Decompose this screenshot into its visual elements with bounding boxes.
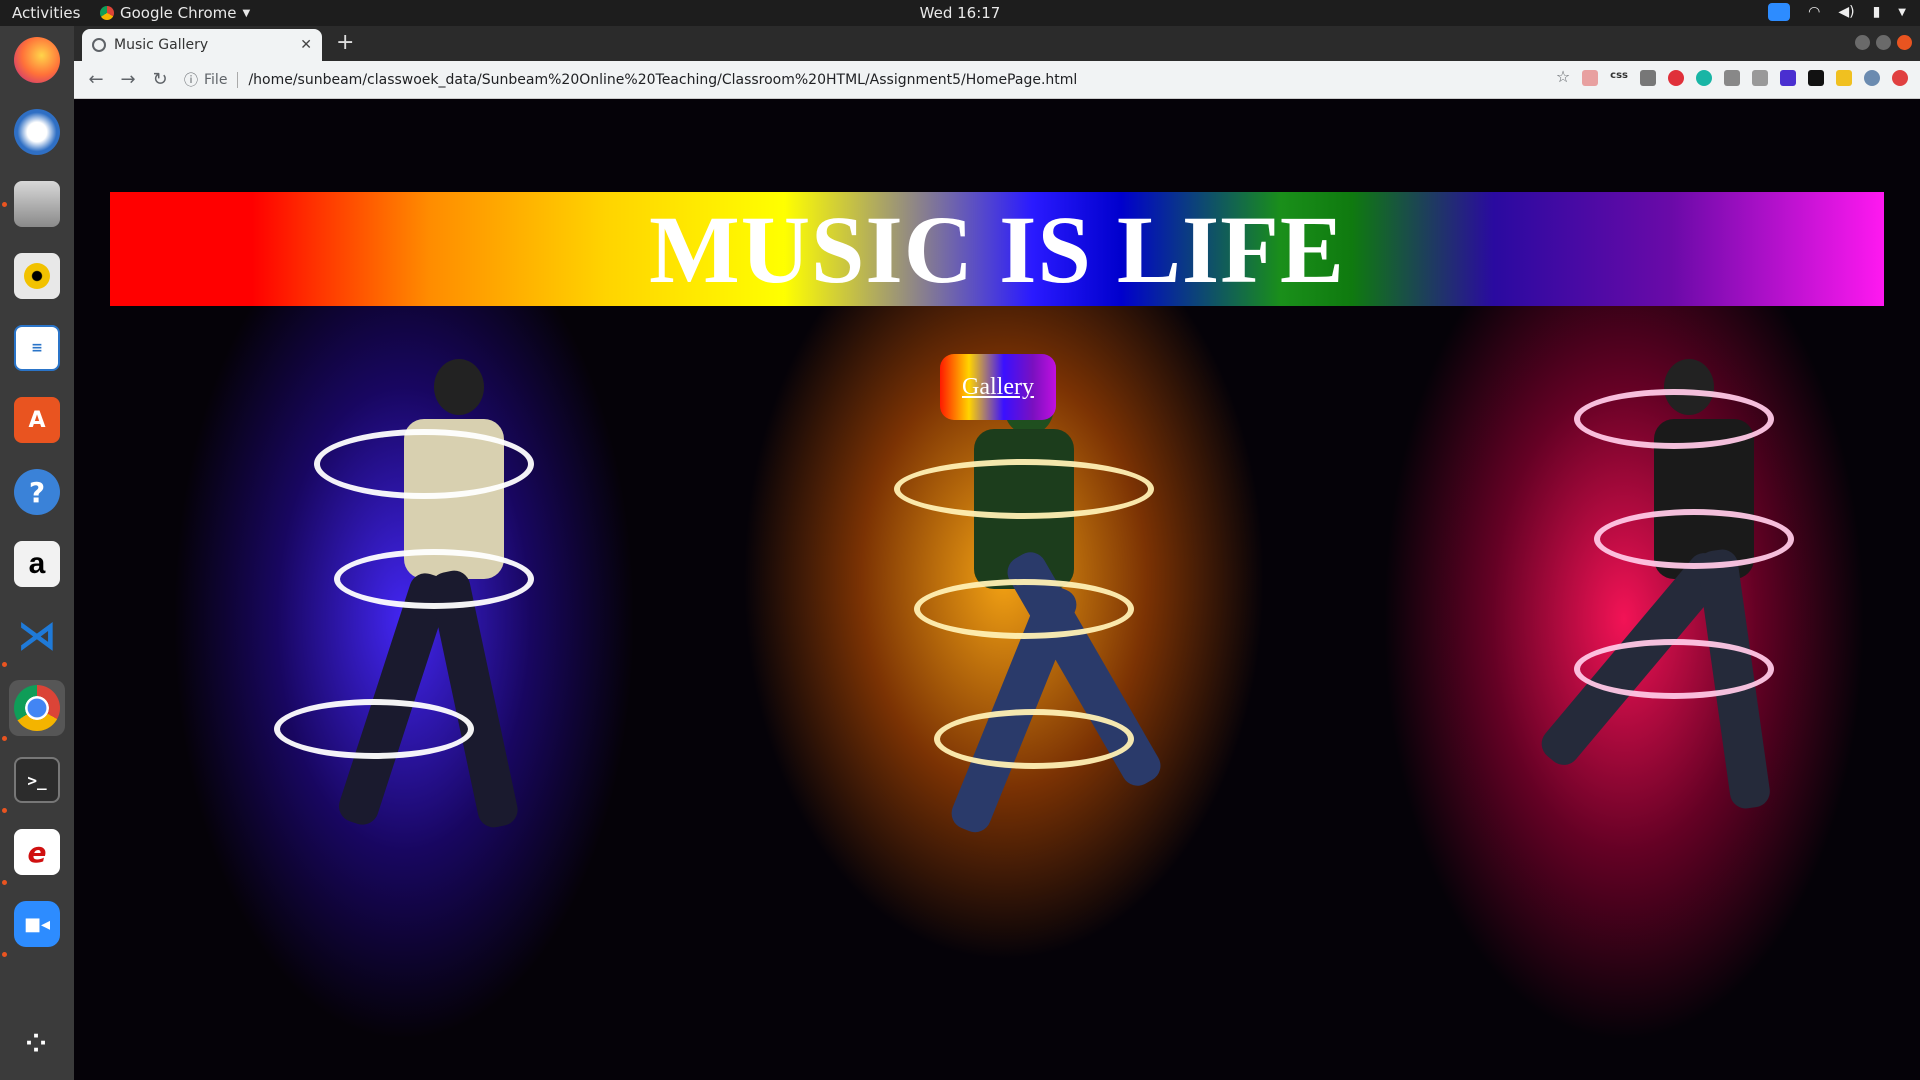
- page-banner: MUSIC IS LIFE: [110, 192, 1884, 306]
- software-center-icon: A: [14, 397, 60, 443]
- page-viewport: MUSIC IS LIFE Gallery: [74, 99, 1920, 1080]
- clock[interactable]: Wed 16:17: [920, 4, 1001, 22]
- extension-5-icon[interactable]: [1696, 70, 1712, 86]
- info-icon[interactable]: ⓘ: [184, 70, 198, 90]
- thunderbird-icon: [14, 109, 60, 155]
- back-icon[interactable]: ←: [86, 69, 106, 90]
- dancer-center-image: [874, 379, 1174, 939]
- dock-zoom[interactable]: ■◂: [9, 896, 65, 952]
- forward-icon[interactable]: →: [118, 69, 138, 90]
- chevron-down-icon[interactable]: ▼: [1898, 7, 1906, 18]
- extension-9-icon[interactable]: [1808, 70, 1824, 86]
- zoom-icon: ■◂: [14, 901, 60, 947]
- terminal-icon: >_: [14, 757, 60, 803]
- close-window-button[interactable]: [1897, 35, 1912, 50]
- avatar[interactable]: [1864, 70, 1880, 86]
- battery-icon[interactable]: ▮: [1873, 4, 1881, 20]
- vscode-icon: ⋊: [17, 613, 57, 659]
- extension-8-icon[interactable]: [1780, 70, 1796, 86]
- tab-title: Music Gallery: [114, 37, 209, 53]
- window-controls: [1855, 35, 1912, 50]
- reload-icon[interactable]: ↻: [150, 69, 170, 90]
- dock-chrome[interactable]: [9, 680, 65, 736]
- volume-icon[interactable]: ◀): [1838, 4, 1854, 20]
- cart-extension-icon[interactable]: [1724, 70, 1740, 86]
- chrome-small-icon: [100, 6, 114, 20]
- extension-7-icon[interactable]: [1752, 70, 1768, 86]
- show-apps-icon: ⁘: [25, 1029, 49, 1059]
- css-extension-icon[interactable]: css: [1610, 70, 1628, 86]
- bookmark-star-icon[interactable]: ☆: [1556, 67, 1570, 86]
- extension-toolbar: ☆ css: [1556, 67, 1908, 86]
- dock-rhythmbox[interactable]: [9, 248, 65, 304]
- dock-libreoffice-writer[interactable]: ≡: [9, 320, 65, 376]
- dock: ≡ A ? a ⋊ >_ e ■◂ ⁘: [0, 26, 74, 1080]
- minimize-button[interactable]: [1855, 35, 1870, 50]
- chrome-icon: [14, 685, 60, 731]
- extension-10-icon[interactable]: [1836, 70, 1852, 86]
- dock-software-center[interactable]: A: [9, 392, 65, 448]
- app-menu[interactable]: Google Chrome ▼: [100, 4, 250, 22]
- app-menu-label: Google Chrome: [120, 4, 237, 22]
- amazon-icon: a: [14, 541, 60, 587]
- activities-button[interactable]: Activities: [12, 4, 80, 22]
- address-scheme-label: File: [204, 72, 239, 88]
- firefox-icon: [14, 37, 60, 83]
- dock-vscode[interactable]: ⋊: [9, 608, 65, 664]
- dock-terminal[interactable]: >_: [9, 752, 65, 808]
- files-icon: [14, 181, 60, 227]
- help-icon: ?: [14, 469, 60, 515]
- rhythmbox-icon: [14, 253, 60, 299]
- chrome-window: Music Gallery ✕ + ← → ↻ ⓘ File /home/sun…: [74, 26, 1920, 1080]
- tab-strip: Music Gallery ✕ +: [74, 26, 1920, 61]
- dock-eclipse[interactable]: e: [9, 824, 65, 880]
- camera-extension-icon[interactable]: [1640, 70, 1656, 86]
- new-tab-button[interactable]: +: [336, 30, 354, 55]
- address-url[interactable]: /home/sunbeam/classwoek_data/Sunbeam%20O…: [248, 72, 1077, 88]
- eclipse-icon: e: [14, 829, 60, 875]
- extension-4-icon[interactable]: [1668, 70, 1684, 86]
- maximize-button[interactable]: [1876, 35, 1891, 50]
- wifi-icon[interactable]: ◠: [1808, 4, 1820, 20]
- zoom-tray-icon[interactable]: [1768, 3, 1791, 21]
- chevron-down-icon: ▼: [242, 7, 251, 19]
- page-title: MUSIC IS LIFE: [649, 195, 1345, 303]
- tab-music-gallery[interactable]: Music Gallery ✕: [82, 29, 322, 61]
- dock-thunderbird[interactable]: [9, 104, 65, 160]
- dancer-right-image: [1514, 319, 1814, 879]
- dock-amazon[interactable]: a: [9, 536, 65, 592]
- gallery-link[interactable]: Gallery: [962, 374, 1034, 401]
- dock-show-apps[interactable]: ⁘: [9, 1016, 65, 1072]
- gnome-top-bar: Activities Google Chrome ▼ Wed 16:17 ◠ ◀…: [0, 0, 1920, 26]
- extension-1-icon[interactable]: [1582, 70, 1599, 86]
- libreoffice-writer-icon: ≡: [14, 325, 60, 371]
- dock-help[interactable]: ?: [9, 464, 65, 520]
- dancer-left-image: [274, 299, 554, 879]
- gallery-button[interactable]: Gallery: [940, 354, 1056, 420]
- globe-icon: [92, 38, 106, 52]
- extension-12-icon[interactable]: [1892, 70, 1908, 86]
- browser-toolbar: ← → ↻ ⓘ File /home/sunbeam/classwoek_dat…: [74, 61, 1920, 99]
- close-icon[interactable]: ✕: [300, 37, 312, 53]
- dock-firefox[interactable]: [9, 32, 65, 88]
- dock-files[interactable]: [9, 176, 65, 232]
- system-tray[interactable]: ◠ ◀) ▮ ▼: [1768, 3, 1906, 21]
